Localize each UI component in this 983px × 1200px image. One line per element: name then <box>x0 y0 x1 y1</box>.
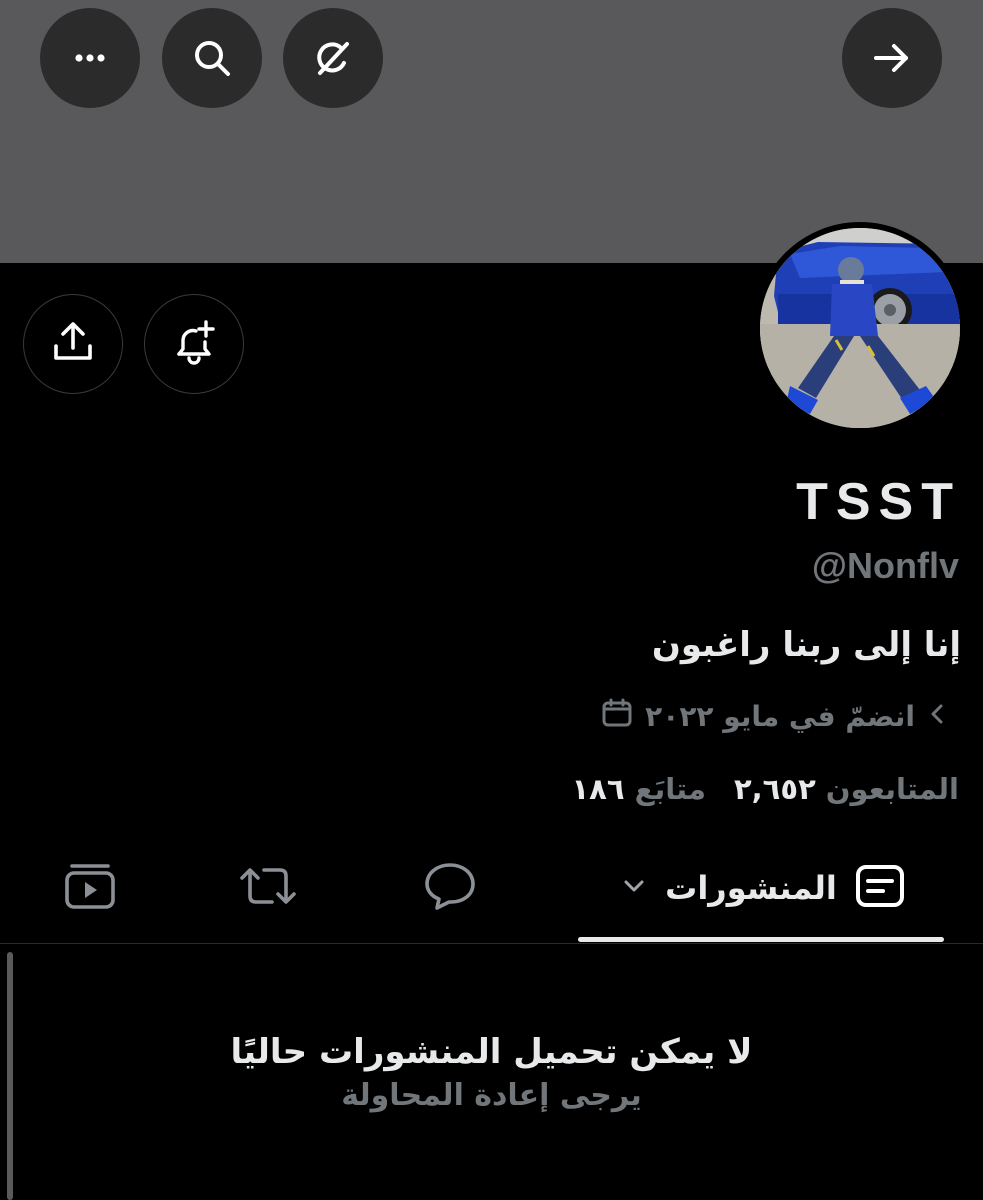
profile-stats: ١٨٦ متابَع ٢,٦٥٢ المتابعون <box>571 772 959 806</box>
profile-bio: إنا إلى ربنا راغبون <box>651 625 961 665</box>
profile-tabs: المنشورات <box>0 838 983 942</box>
tab-replies[interactable] <box>410 838 490 938</box>
bell-plus-icon <box>170 318 218 370</box>
joined-row[interactable]: انضمّ في مايو ٢٠٢٢ <box>601 697 947 736</box>
followers-label: المتابعون <box>825 772 959 806</box>
arrow-right-icon <box>872 38 912 78</box>
profile-handle: @Nonflv <box>811 545 959 586</box>
share-button[interactable] <box>23 294 123 394</box>
chevron-down-icon[interactable] <box>621 876 647 900</box>
following-link[interactable]: ١٨٦ متابَع <box>571 772 706 806</box>
grok-button[interactable] <box>283 8 383 108</box>
repost-icon <box>238 862 298 914</box>
avatar-image <box>760 228 960 428</box>
error-title: لا يمكن تحميل المنشورات حاليًا <box>230 1032 753 1072</box>
followers-count: ٢,٦٥٢ <box>733 772 816 806</box>
back-button[interactable] <box>842 8 942 108</box>
tabs-divider <box>0 943 983 944</box>
chevron-left-icon <box>927 700 947 733</box>
calendar-icon <box>601 697 633 736</box>
more-button[interactable] <box>40 8 140 108</box>
following-count: ١٨٦ <box>571 772 625 806</box>
retry-message[interactable]: يرجى إعادة المحاولة <box>0 1078 983 1113</box>
tab-media[interactable] <box>50 838 130 938</box>
posts-icon <box>855 864 905 912</box>
reply-icon <box>423 861 477 915</box>
tab-posts[interactable]: المنشورات <box>578 838 944 938</box>
display-name: TSST <box>796 473 961 531</box>
following-label: متابَع <box>634 772 706 806</box>
tab-posts-label: المنشورات <box>665 869 837 907</box>
joined-date: انضمّ في مايو ٢٠٢٢ <box>645 700 915 733</box>
profile-banner <box>0 0 983 263</box>
grok-icon <box>311 36 355 80</box>
more-icon <box>70 38 110 78</box>
active-tab-indicator <box>578 937 944 942</box>
avatar[interactable] <box>754 222 966 434</box>
search-button[interactable] <box>162 8 262 108</box>
search-icon <box>190 36 234 80</box>
tab-reposts[interactable] <box>228 838 308 938</box>
followers-link[interactable]: ٢,٦٥٢ المتابعون <box>734 772 959 806</box>
video-icon <box>64 862 116 914</box>
scrollbar[interactable] <box>7 952 13 1200</box>
share-icon <box>51 320 95 368</box>
notifications-button[interactable] <box>144 294 244 394</box>
